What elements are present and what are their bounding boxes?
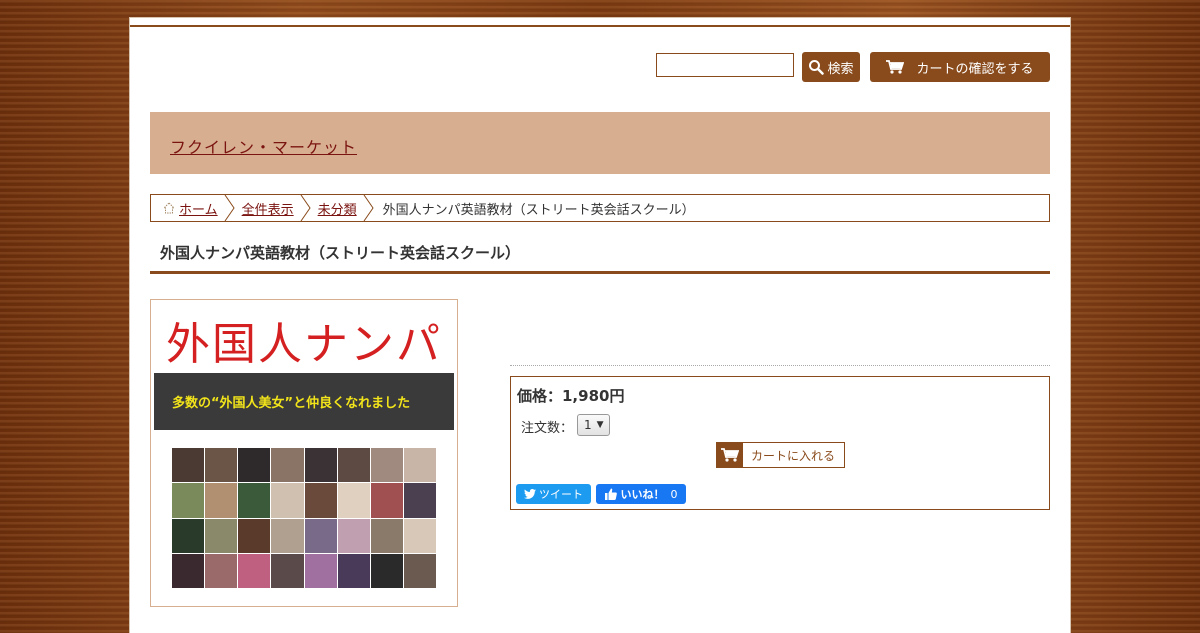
home-icon bbox=[163, 202, 175, 214]
add-to-cart-button[interactable]: カートに入れる bbox=[716, 442, 845, 468]
chevron-down-icon: ▼ bbox=[596, 420, 604, 430]
search-input[interactable] bbox=[656, 53, 794, 77]
price-divider bbox=[510, 365, 1050, 366]
facebook-like-button[interactable]: いいね！ 0 bbox=[596, 484, 686, 504]
purchase-panel: 価格：1,980円 注文数： 1 ▼ カートに入れる ツイート いいね！ 0 bbox=[510, 376, 1050, 510]
product-image-headline: 外国人ナンパ bbox=[166, 319, 442, 370]
tweet-label: ツイート bbox=[539, 488, 583, 501]
add-to-cart-label: カートに入れる bbox=[751, 448, 836, 463]
cart-icon bbox=[886, 60, 905, 74]
thumbs-up-icon bbox=[604, 488, 617, 500]
top-divider bbox=[130, 25, 1070, 27]
quantity-value: 1 bbox=[584, 418, 592, 432]
view-cart-label: カートの確認をする bbox=[916, 61, 1034, 77]
shop-banner: フクイレン・マーケット bbox=[150, 112, 1050, 174]
search-icon bbox=[809, 60, 825, 75]
tweet-button[interactable]: ツイート bbox=[516, 484, 591, 504]
shop-name-link[interactable]: フクイレン・マーケット bbox=[170, 134, 357, 158]
cart-icon bbox=[717, 443, 743, 467]
quantity-label: 注文数： bbox=[521, 421, 574, 436]
breadcrumb-current: 外国人ナンパ英語教材（ストリート英会話スクール） bbox=[382, 202, 695, 218]
page-container: 検索 カートの確認をする フクイレン・マーケット ホーム 全件表示 未分類 外国… bbox=[130, 18, 1070, 633]
search-button-label: 検索 bbox=[827, 61, 854, 77]
breadcrumb: ホーム 全件表示 未分類 外国人ナンパ英語教材（ストリート英会話スクール） bbox=[150, 194, 1050, 222]
breadcrumb-separator bbox=[363, 195, 374, 221]
breadcrumb-uncategorized-link[interactable]: 未分類 bbox=[318, 199, 357, 218]
view-cart-button[interactable]: カートの確認をする bbox=[870, 52, 1050, 82]
quantity-select[interactable]: 1 ▼ bbox=[577, 414, 610, 436]
like-label: いいね！ bbox=[620, 488, 665, 501]
breadcrumb-separator bbox=[300, 195, 311, 221]
breadcrumb-separator bbox=[224, 195, 235, 221]
breadcrumb-all-items-link[interactable]: 全件表示 bbox=[242, 199, 294, 218]
like-count: 0 bbox=[670, 487, 678, 501]
product-title: 外国人ナンパ英語教材（ストリート英会話スクール） bbox=[160, 244, 521, 262]
twitter-icon bbox=[524, 489, 536, 499]
product-image-tagline: 多数の“外国人美女”と仲良くなれました bbox=[154, 373, 454, 430]
product-image[interactable]: 外国人ナンパ 多数の“外国人美女”と仲良くなれました bbox=[150, 299, 458, 607]
product-price: 価格：1,980円 bbox=[517, 387, 625, 405]
photo-collage bbox=[172, 448, 436, 588]
breadcrumb-home-link[interactable]: ホーム bbox=[179, 199, 218, 218]
search-button[interactable]: 検索 bbox=[802, 52, 860, 82]
title-divider bbox=[150, 271, 1050, 274]
